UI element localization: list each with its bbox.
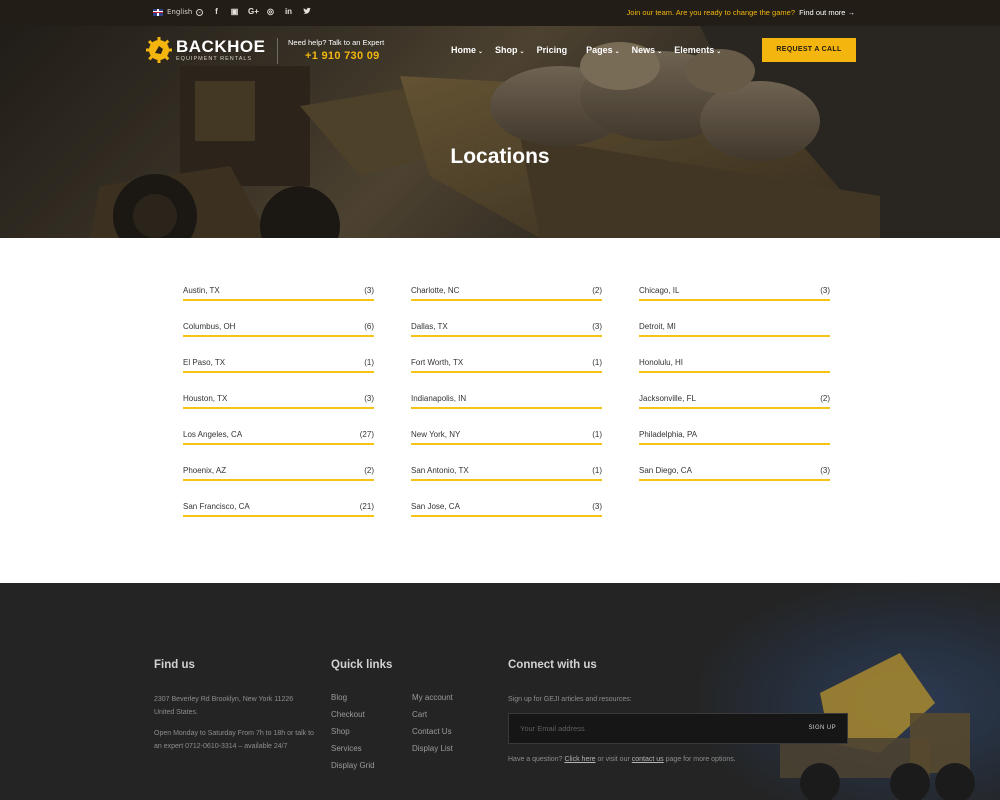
locations-column-2: Charlotte, NC (2) Dallas, TX (3) Fort Wort… xyxy=(411,284,602,536)
language-label: English xyxy=(167,8,193,16)
location-item[interactable]: Chicago, IL (3) xyxy=(639,284,830,320)
location-item[interactable]: Indianapolis, IN xyxy=(411,392,602,428)
location-item[interactable]: San Diego, CA (3) xyxy=(639,464,830,500)
uk-flag-icon xyxy=(153,8,163,16)
footer-link-display-grid[interactable]: Display Grid xyxy=(331,761,375,770)
footer-link-checkout[interactable]: Checkout xyxy=(331,710,365,719)
linkedin-icon[interactable]: in xyxy=(284,7,293,17)
logo-tagline: EQUIPMENT RENTALS xyxy=(176,56,253,62)
location-item[interactable]: Honolulu, HI xyxy=(639,356,830,392)
locations-column-1: Austin, TX (3) Columbus, OH (6) El Paso, T… xyxy=(183,284,374,536)
main-nav: Home ⌄ Shop ⌄ Pricing Pages ⌄ News ⌄ Element… xyxy=(451,45,733,55)
nav-item-pricing[interactable]: Pricing xyxy=(537,45,568,55)
location-item[interactable]: Dallas, TX (3) xyxy=(411,320,602,356)
gear-logo-icon xyxy=(146,37,172,63)
location-item[interactable]: Houston, TX (3) xyxy=(183,392,374,428)
chevron-down-icon: ⌄ xyxy=(614,49,620,55)
connect-heading: Connect with us xyxy=(508,659,597,671)
help-text: Need help? Talk to an Expert xyxy=(288,38,385,47)
phone-number[interactable]: +1 910 730 09 xyxy=(305,50,384,62)
location-item[interactable]: Jacksonville, FL (2) xyxy=(639,392,830,428)
top-bar: English ⌄ f ▣ G+ ◎ in Join our team. Are… xyxy=(0,0,1000,26)
email-input[interactable]: Your Email address xyxy=(520,724,585,733)
help-contact: Need help? Talk to an Expert +1 910 730 … xyxy=(288,38,384,62)
nav-item-news[interactable]: News ⌄ xyxy=(632,45,663,55)
twitter-icon[interactable] xyxy=(302,7,311,17)
social-links: f ▣ G+ ◎ in xyxy=(212,7,311,17)
location-item[interactable]: San Antonio, TX (1) xyxy=(411,464,602,500)
chevron-down-icon: ⌄ xyxy=(519,49,525,55)
logo-name: BACKHOE xyxy=(176,37,266,56)
locations-column-3: Chicago, IL (3) Detroit, MI Honolulu, HI … xyxy=(639,284,830,500)
footer-link-display-list[interactable]: Display List xyxy=(412,744,453,753)
google-plus-icon[interactable]: G+ xyxy=(248,7,259,17)
sign-up-button[interactable]: SIGN UP xyxy=(809,725,836,731)
location-item[interactable]: Austin, TX (3) xyxy=(183,284,374,320)
find-us-heading: Find us xyxy=(154,659,195,671)
page-title: Locations xyxy=(450,145,550,168)
hours-text: Open Monday to Saturday From 7h to 18h o… xyxy=(154,730,314,750)
find-out-more-link[interactable]: Find out more → xyxy=(799,8,855,17)
footer-link-shop[interactable]: Shop xyxy=(331,727,350,736)
location-item[interactable]: San Francisco, CA (21) xyxy=(183,500,374,536)
chevron-down-icon: ⌄ xyxy=(478,49,484,55)
address-text: 2307 Beverley Rd Brooklyn, New York 1122… xyxy=(154,696,294,716)
location-item[interactable]: San Jose, CA (3) xyxy=(411,500,602,536)
quick-links-heading: Quick links xyxy=(331,659,393,671)
location-item[interactable]: Phoenix, AZ (2) xyxy=(183,464,374,500)
chevron-down-icon: ⌄ xyxy=(196,8,204,16)
location-item[interactable]: El Paso, TX (1) xyxy=(183,356,374,392)
footer-link-contact-us[interactable]: Contact Us xyxy=(412,727,452,736)
request-call-button[interactable]: REQUEST A CALL xyxy=(762,38,856,62)
chevron-down-icon: ⌄ xyxy=(657,49,663,55)
location-item[interactable]: Detroit, MI xyxy=(639,320,830,356)
location-item[interactable]: Philadelphia, PA xyxy=(639,428,830,464)
instagram-icon[interactable]: ◎ xyxy=(266,7,275,17)
hero-banner: BACKHOE EQUIPMENT RENTALS Need help? Tal… xyxy=(0,26,1000,238)
promo-text: Join our team. Are you ready to change t… xyxy=(626,8,795,17)
nav-item-home[interactable]: Home ⌄ xyxy=(451,45,483,55)
flickr-icon[interactable]: ▣ xyxy=(230,7,239,17)
location-item[interactable]: Charlotte, NC (2) xyxy=(411,284,602,320)
location-item[interactable]: Columbus, OH (6) xyxy=(183,320,374,356)
footer-link-services[interactable]: Services xyxy=(331,744,362,753)
location-item[interactable]: Fort Worth, TX (1) xyxy=(411,356,602,392)
click-here-link[interactable]: Click here xyxy=(564,756,595,763)
facebook-icon[interactable]: f xyxy=(212,7,221,17)
nav-item-pages[interactable]: Pages ⌄ xyxy=(586,45,620,55)
location-item[interactable]: New York, NY (1) xyxy=(411,428,602,464)
email-signup-form: Your Email address SIGN UP xyxy=(508,713,848,744)
contact-us-link[interactable]: contact us xyxy=(632,756,664,763)
signup-text: Sign up for GEJI articles and resources: xyxy=(508,696,632,703)
nav-item-shop[interactable]: Shop ⌄ xyxy=(495,45,525,55)
site-footer: Find us Quick links Connect with us xyxy=(0,583,1000,800)
footer-link-cart[interactable]: Cart xyxy=(412,710,427,719)
site-logo[interactable]: BACKHOE EQUIPMENT RENTALS xyxy=(146,37,265,63)
location-item[interactable]: Los Angeles, CA (27) xyxy=(183,428,374,464)
footer-link-my-account[interactable]: My account xyxy=(412,693,453,702)
question-text: Have a question? Click here or visit our… xyxy=(508,756,736,763)
language-selector[interactable]: English ⌄ xyxy=(153,8,204,16)
footer-link-blog[interactable]: Blog xyxy=(331,693,347,702)
nav-item-elements[interactable]: Elements ⌄ xyxy=(674,45,721,55)
chevron-down-icon: ⌄ xyxy=(716,49,722,55)
header-divider xyxy=(277,38,278,64)
